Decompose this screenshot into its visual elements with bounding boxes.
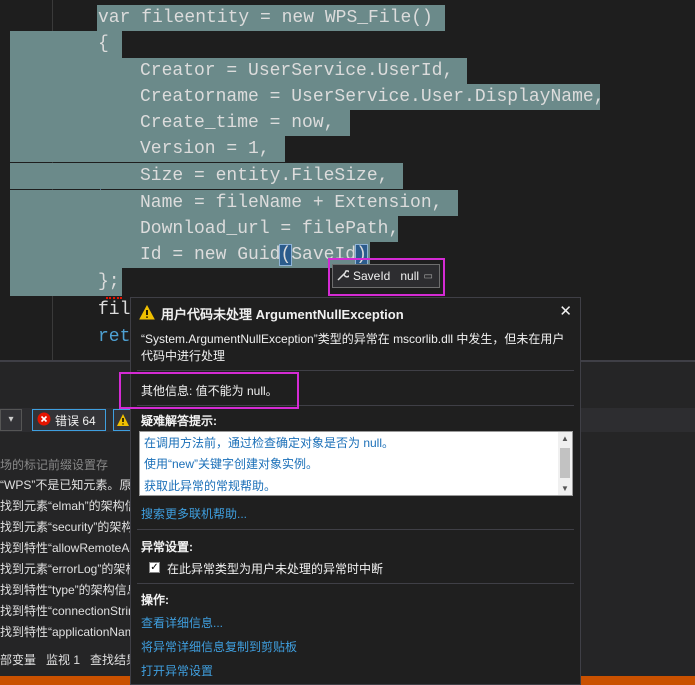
divider bbox=[137, 370, 574, 371]
bottom-tabs: 部变量 监视 1 查找结果 bbox=[0, 651, 140, 671]
warning-icon bbox=[139, 304, 155, 323]
errors-filter-button[interactable]: 错误 64 bbox=[32, 409, 106, 431]
code-line: Creatorname = UserService.User.DisplayNa… bbox=[140, 87, 605, 107]
list-item[interactable]: 找到元素“security”的架构 bbox=[0, 518, 133, 535]
list-item[interactable]: 找到元素“elmah”的架构信 bbox=[0, 497, 137, 514]
open-exception-settings-link[interactable]: 打开异常设置 bbox=[141, 662, 213, 679]
list-item[interactable]: 找到特性“applicationNam bbox=[0, 623, 135, 640]
errors-count-label: 错误 64 bbox=[55, 413, 96, 428]
list-item[interactable]: 场的标记前缀设置存 bbox=[0, 456, 108, 473]
view-details-link[interactable]: 查看详细信息... bbox=[141, 614, 223, 631]
scroll-down-icon[interactable]: ▼ bbox=[561, 484, 569, 493]
scrollbar[interactable]: ▲ ▼ bbox=[558, 432, 572, 495]
list-item[interactable]: 找到特性“connectionStrin bbox=[0, 602, 135, 619]
list-item[interactable]: 找到特性“type”的架构信息 bbox=[0, 581, 139, 598]
code-line: Size = entity.FileSize, bbox=[140, 166, 389, 186]
scroll-thumb[interactable] bbox=[560, 448, 570, 478]
paren-open: ( bbox=[279, 244, 293, 266]
code-line: fil bbox=[98, 300, 131, 320]
list-item[interactable]: 找到特性“allowRemoteAc bbox=[0, 539, 135, 556]
tab-watch-1[interactable]: 监视 1 bbox=[46, 651, 80, 671]
code-token: Id = new Guid bbox=[140, 245, 281, 265]
search-more-help-link[interactable]: 搜索更多联机帮助... bbox=[141, 505, 247, 522]
tip-link[interactable]: 使用“new”关键字创建对象实例。 bbox=[144, 455, 318, 472]
exception-settings-title: 异常设置: bbox=[141, 540, 193, 554]
tip-link[interactable]: 在调用方法前，通过检查确定对象是否为 null。 bbox=[144, 434, 394, 451]
code-line: Create_time = now, bbox=[140, 113, 335, 133]
list-item[interactable]: “WPS”不是已知元素。原 bbox=[0, 476, 131, 493]
divider bbox=[137, 583, 574, 584]
highlight-box-additional-info bbox=[119, 372, 299, 409]
actions-title: 操作: bbox=[141, 593, 169, 607]
exception-helper-popup: 用户代码未处理 ArgumentNullException ✕ “System.… bbox=[130, 297, 581, 685]
exception-title-text: 用户代码未处理 ArgumentNullException bbox=[161, 307, 404, 322]
tab-locals[interactable]: 部变量 bbox=[0, 651, 36, 671]
code-line: Name = fileName + Extension, bbox=[140, 193, 443, 213]
scope-dropdown[interactable]: ▾ bbox=[0, 409, 22, 431]
break-checkbox[interactable]: ✓ bbox=[149, 562, 160, 573]
error-icon bbox=[37, 412, 51, 429]
list-item[interactable]: 找到元素“errorLog”的架构 bbox=[0, 560, 137, 577]
code-line: Creator = UserService.UserId, bbox=[140, 61, 454, 81]
error-squiggle bbox=[106, 294, 122, 299]
divider bbox=[137, 529, 574, 530]
exception-title: 用户代码未处理 ArgumentNullException bbox=[139, 304, 404, 323]
break-checkbox-label: 在此异常类型为用户未处理的异常时中断 bbox=[167, 562, 384, 576]
scroll-up-icon[interactable]: ▲ bbox=[561, 434, 569, 443]
exception-message: “System.ArgumentNullException”类型的异常在 msc… bbox=[141, 332, 565, 363]
code-line: Download_url = filePath, bbox=[140, 219, 400, 239]
code-line: ret bbox=[98, 327, 131, 347]
tip-link[interactable]: 获取此异常的常规帮助。 bbox=[144, 477, 276, 494]
code-line: var fileentity = new WPS_File() bbox=[98, 8, 433, 28]
highlight-box-datatip bbox=[328, 258, 445, 296]
warning-icon bbox=[114, 414, 130, 431]
code-line: Version = 1, bbox=[140, 139, 270, 159]
code-line: { bbox=[98, 34, 109, 54]
troubleshooting-tips-list: 在调用方法前，通过检查确定对象是否为 null。 使用“new”关键字创建对象实… bbox=[139, 431, 573, 496]
close-icon[interactable]: ✕ bbox=[559, 302, 572, 320]
copy-details-link[interactable]: 将异常详细信息复制到剪贴板 bbox=[141, 638, 297, 655]
code-line: }; bbox=[98, 272, 120, 292]
troubleshooting-title: 疑难解答提示: bbox=[141, 414, 217, 428]
